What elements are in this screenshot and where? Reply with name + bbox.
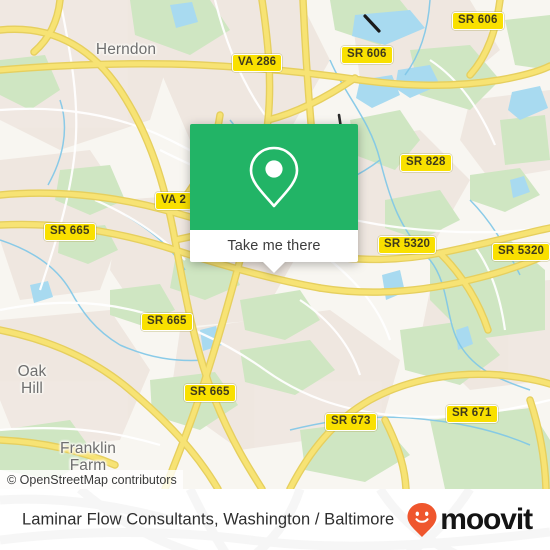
route-shield[interactable]: VA 2 <box>155 192 193 210</box>
map-pin-icon <box>249 146 299 208</box>
location-popup-card[interactable]: Take me there <box>190 124 358 273</box>
route-shield[interactable]: SR 828 <box>400 154 452 172</box>
popup-pointer <box>263 262 285 273</box>
take-me-there-label: Take me there <box>227 238 321 254</box>
route-shield[interactable]: SR 5320 <box>378 236 437 254</box>
route-shield[interactable]: SR 606 <box>452 12 504 30</box>
footer-title: Laminar Flow Consultants, Washington / B… <box>22 510 395 528</box>
footer-bar: Laminar Flow Consultants, Washington / B… <box>0 489 550 550</box>
popup-icon-panel <box>190 124 358 230</box>
map-attribution[interactable]: © OpenStreetMap contributors <box>0 470 183 489</box>
moovit-wordmark: moovit <box>440 502 533 536</box>
route-shield[interactable]: SR 673 <box>325 413 377 431</box>
route-shield[interactable]: SR 671 <box>446 405 498 423</box>
route-shield[interactable]: SR 665 <box>44 223 96 241</box>
route-shield[interactable]: SR 606 <box>341 46 393 64</box>
moovit-logo[interactable]: moovit <box>406 502 533 538</box>
moovit-smiley-pin-icon <box>407 502 437 537</box>
route-shield[interactable]: SR 665 <box>141 313 193 331</box>
attribution-text: © OpenStreetMap contributors <box>7 472 177 487</box>
route-shield[interactable]: SR 665 <box>184 384 236 402</box>
screenshot-root: Herndon Oak Hill Franklin Farm SR 606 SR… <box>0 0 550 550</box>
map-canvas[interactable]: Herndon Oak Hill Franklin Farm SR 606 SR… <box>0 0 550 489</box>
route-shield[interactable]: SR 5320 <box>492 243 550 261</box>
popup-action-bar[interactable]: Take me there <box>190 230 358 273</box>
route-shield[interactable]: VA 286 <box>232 54 283 72</box>
